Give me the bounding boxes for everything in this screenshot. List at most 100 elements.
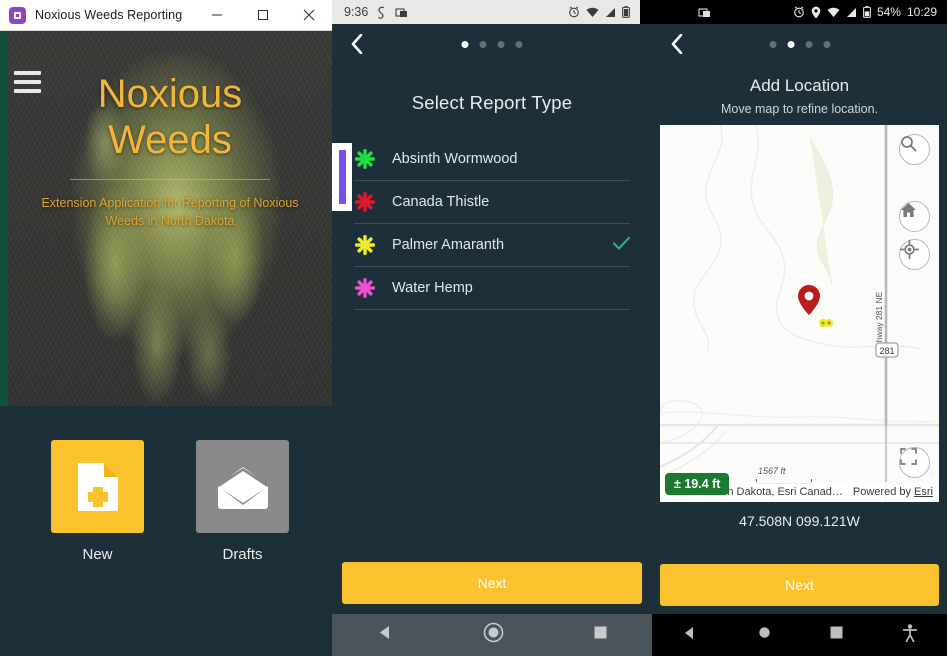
list-item-label: Palmer Amaranth [392, 237, 505, 253]
recents-square-icon[interactable] [593, 625, 608, 645]
list-item[interactable]: Absinth Wormwood [354, 138, 630, 181]
android-status-bar: 54% 10:29 [652, 0, 947, 24]
app-hexagon-icon [9, 6, 26, 24]
home-action-tiles: New Drafts [8, 440, 332, 563]
new-document-plus-icon [51, 440, 144, 533]
expand-fullscreen-icon[interactable] [899, 447, 930, 478]
hero-banner: Noxious Weeds Extension Application for … [0, 31, 332, 406]
page-dot [805, 40, 812, 48]
battery-icon [863, 6, 871, 18]
next-button[interactable]: Next [660, 564, 939, 606]
drafts-label: Drafts [222, 546, 263, 563]
locate-me-icon[interactable] [899, 239, 930, 270]
accessibility-icon[interactable] [903, 623, 918, 647]
alarm-icon [794, 6, 804, 18]
screenshot-icon [395, 7, 408, 17]
location-icon [811, 6, 821, 18]
page-title: Add Location [749, 76, 850, 95]
window-titlebar: Noxious Weeds Reporting [0, 0, 332, 31]
search-icon[interactable] [899, 134, 930, 165]
list-item[interactable]: Canada Thistle [354, 181, 630, 224]
android-navigation-bar [332, 614, 652, 656]
weed-star-icon [354, 277, 376, 299]
list-item-label: Absinth Wormwood [392, 151, 518, 167]
home-icon[interactable] [899, 201, 930, 232]
map-pin-icon [798, 285, 820, 315]
phone-add-location-screen: 54% 10:29 Add Location Move map to refin… [652, 0, 947, 656]
attribution-text: h Dakota, Esri Canad… [727, 486, 843, 498]
phone-report-bottom: Next [332, 562, 652, 656]
maximize-button[interactable] [240, 0, 286, 31]
page-dot [515, 40, 523, 48]
page-indicator-dots [461, 40, 523, 48]
page-dot [461, 40, 469, 48]
recents-square-icon[interactable] [830, 626, 843, 644]
list-item-label: Canada Thistle [392, 194, 490, 210]
window-title: Noxious Weeds Reporting [35, 8, 183, 22]
page-dot [769, 40, 776, 48]
list-item[interactable]: Water Hemp [354, 267, 630, 310]
new-report-label: New [82, 546, 113, 563]
report-type-list: Absinth Wormwood Canada Thistle Palmer A… [332, 138, 631, 310]
open-envelope-icon [196, 440, 289, 533]
page-dot [479, 40, 487, 48]
esri-link[interactable]: Esri [914, 486, 933, 498]
home-circle-icon[interactable] [758, 626, 771, 644]
svg-text:281: 281 [879, 346, 894, 356]
screenshot-stage: Noxious Weeds Reporting Noxious Weeds Ex… [0, 0, 947, 656]
wifi-icon [586, 7, 599, 17]
android-navigation-bar [652, 614, 947, 656]
location-map[interactable]: Highway 281 NE 281 1567 ft h Dakota, Esr… [660, 125, 939, 502]
page-dot [787, 40, 794, 48]
phone-report-topbar [332, 24, 652, 64]
chevron-left-icon[interactable] [346, 33, 366, 55]
page-dot [497, 40, 505, 48]
wifi-icon [827, 7, 840, 17]
minimize-button[interactable] [194, 0, 240, 31]
phone-map-topbar [652, 24, 947, 64]
page-indicator-dots [769, 40, 830, 48]
coordinates-readout: 47.508N 099.121W [739, 513, 860, 529]
usb-debug-icon [378, 6, 385, 19]
window-controls [194, 0, 332, 31]
hamburger-menu-icon[interactable] [14, 71, 41, 93]
weed-star-icon [354, 148, 376, 170]
page-subtitle: Move map to refine location. [720, 102, 879, 116]
weed-star-icon [354, 234, 376, 256]
powered-by: Powered by Esri [852, 486, 933, 498]
weed-star-icon [354, 191, 376, 213]
battery-icon [622, 6, 630, 18]
phone-report-type-screen: 9:36 Select Report Type Absinth Wormwood… [332, 0, 652, 656]
phone-map-bottom: Next [652, 564, 947, 656]
new-report-tile[interactable]: New [51, 440, 144, 563]
status-bar-black-edge [640, 0, 652, 24]
map-scale-label: 1567 ft [756, 466, 812, 484]
home-circle-icon[interactable] [483, 622, 504, 648]
list-item-label: Water Hemp [392, 280, 473, 296]
battery-percent: 54% [876, 5, 901, 19]
hero-divider [70, 179, 270, 180]
hero-title-line2: Weeds [108, 118, 232, 162]
alarm-icon [569, 6, 579, 18]
check-mark-icon [612, 236, 631, 254]
drafts-tile[interactable]: Drafts [196, 440, 289, 563]
back-triangle-icon[interactable] [377, 624, 394, 646]
weed-marker-icon [818, 316, 834, 330]
signal-icon [846, 7, 856, 17]
next-button[interactable]: Next [342, 562, 642, 604]
android-status-bar: 9:36 [332, 0, 640, 24]
list-item-selected[interactable]: Palmer Amaranth [354, 224, 631, 267]
hero-title-line1: Noxious [97, 72, 243, 116]
hero-subtitle: Extension Application for Reporting of N… [41, 196, 299, 228]
route-shield-281: 281 [875, 342, 899, 358]
desktop-app-window: Noxious Weeds Reporting Noxious Weeds Ex… [0, 0, 332, 656]
status-time: 10:29 [906, 5, 937, 19]
page-dot [823, 40, 830, 48]
back-triangle-icon[interactable] [682, 625, 698, 646]
page-title: Select Report Type [411, 92, 573, 113]
close-button[interactable] [286, 0, 332, 31]
chevron-left-icon[interactable] [666, 33, 686, 55]
hero-text: Noxious Weeds Extension Application for … [8, 71, 332, 230]
list-scrollbar[interactable] [332, 143, 352, 211]
screenshot-icon [698, 7, 710, 17]
